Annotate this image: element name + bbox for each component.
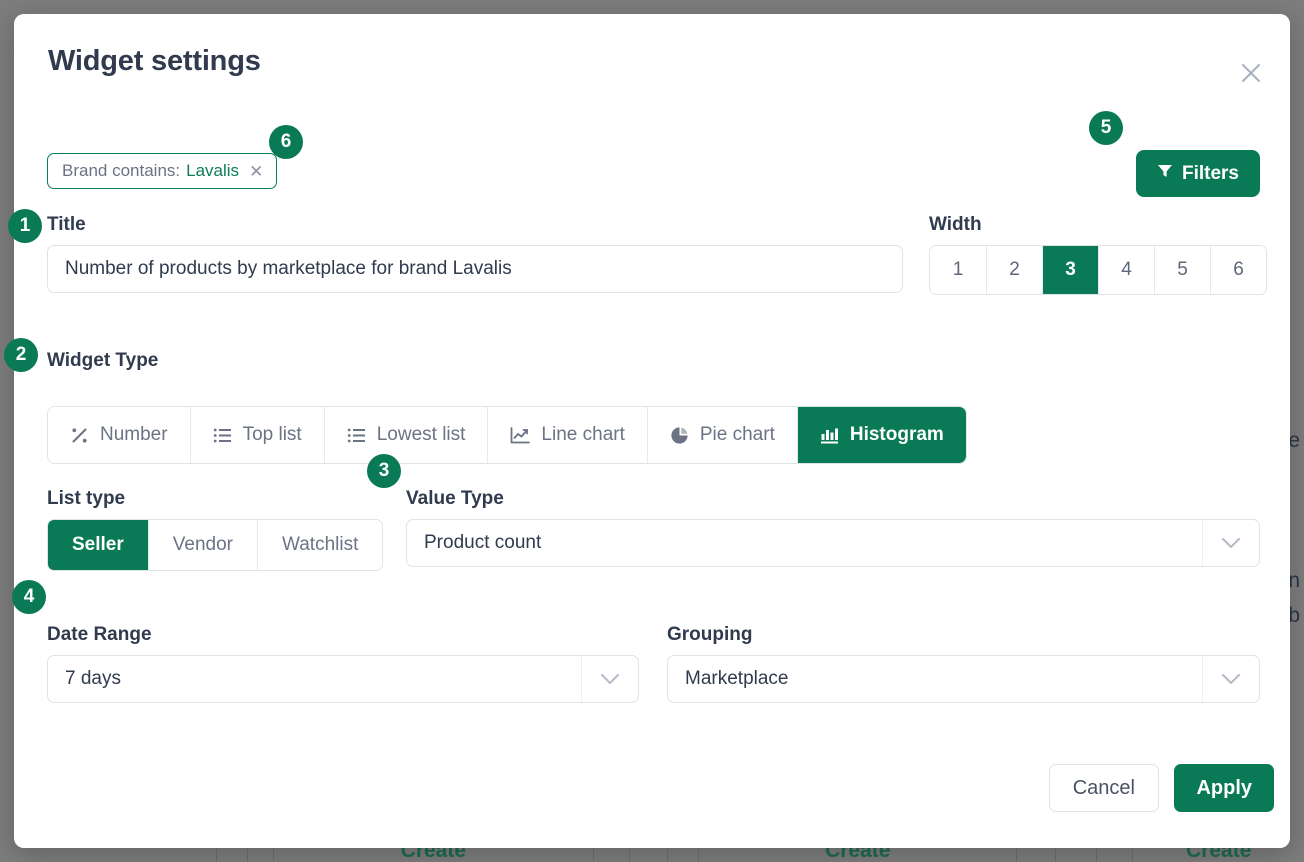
background-text-fragment-3: b	[1288, 604, 1300, 627]
list-type-selector: Seller Vendor Watchlist	[47, 519, 384, 571]
grouping-selected-value: Marketplace	[685, 668, 789, 689]
list-type-option-seller[interactable]: Seller	[48, 520, 148, 570]
list-type-option-watchlist[interactable]: Watchlist	[257, 520, 383, 570]
funnel-icon	[1157, 163, 1173, 185]
callout-badge-5: 5	[1089, 111, 1123, 145]
widget-type-option-label: Pie chart	[699, 424, 775, 445]
widget-type-selector: Number Top list Lowest list Line chart P…	[47, 406, 967, 464]
dialog-title: Widget settings	[48, 45, 261, 77]
width-option-4[interactable]: 4	[1098, 246, 1154, 294]
grouping-select[interactable]: Marketplace	[667, 655, 1260, 703]
widget-type-option-pie-chart[interactable]: Pie chart	[646, 407, 797, 463]
callout-badge-2: 2	[4, 338, 38, 372]
widget-type-option-label: Line chart	[541, 424, 625, 445]
callout-badge-3: 3	[367, 454, 401, 488]
pie-chart-icon	[670, 426, 689, 445]
active-filters: Brand contains: Lavalis ✕	[47, 153, 278, 189]
value-type-select[interactable]: Product count	[406, 519, 1260, 567]
width-option-2[interactable]: 2	[986, 246, 1042, 294]
close-icon[interactable]	[1236, 58, 1266, 88]
background-text-fragment-2: n	[1288, 569, 1300, 592]
widget-type-option-label: Histogram	[849, 424, 944, 445]
filters-button[interactable]: Filters	[1135, 150, 1260, 197]
list-icon	[347, 426, 366, 445]
histogram-icon	[820, 426, 839, 445]
value-type-selected-value: Product count	[424, 532, 542, 553]
filter-chip-remove-icon[interactable]: ✕	[249, 163, 263, 180]
apply-button[interactable]: Apply	[1174, 764, 1274, 812]
grouping-label: Grouping	[667, 624, 753, 645]
filter-chip-value: Lavalis	[186, 161, 240, 180]
widget-type-option-number[interactable]: Number	[48, 407, 190, 463]
widget-type-option-lowest-list[interactable]: Lowest list	[323, 407, 488, 463]
width-selector: 1 2 3 4 5 6	[929, 245, 1267, 295]
background-text-fragment-1: e	[1288, 429, 1300, 452]
list-type-label: List type	[47, 488, 126, 509]
width-option-6[interactable]: 6	[1210, 246, 1266, 294]
width-option-3[interactable]: 3	[1042, 246, 1098, 294]
widget-type-option-label: Lowest list	[376, 424, 466, 445]
percent-icon	[70, 426, 89, 445]
callout-badge-1: 1	[8, 209, 42, 243]
date-range-label: Date Range	[47, 624, 152, 645]
width-option-1[interactable]: 1	[930, 246, 986, 294]
chevron-down-icon	[1202, 656, 1259, 702]
widget-type-option-line-chart[interactable]: Line chart	[487, 407, 647, 463]
chevron-down-icon	[581, 656, 638, 702]
chevron-down-icon	[1202, 520, 1259, 566]
width-option-5[interactable]: 5	[1154, 246, 1210, 294]
filter-chip-label: Brand contains:	[62, 161, 181, 180]
callout-badge-6: 6	[269, 125, 303, 159]
widget-type-option-histogram[interactable]: Histogram	[796, 407, 966, 463]
cancel-button[interactable]: Cancel	[1048, 764, 1159, 812]
list-icon	[213, 426, 232, 445]
widget-type-option-top-list[interactable]: Top list	[189, 407, 324, 463]
date-range-select[interactable]: 7 days	[47, 655, 639, 703]
title-label: Title	[47, 214, 86, 235]
line-chart-icon	[510, 426, 531, 445]
callout-badge-4: 4	[12, 580, 46, 614]
widget-type-option-label: Top list	[242, 424, 302, 445]
widget-type-label: Widget Type	[47, 350, 159, 371]
value-type-label: Value Type	[406, 488, 504, 509]
width-label: Width	[929, 214, 982, 235]
widget-type-option-label: Number	[100, 424, 168, 445]
filters-button-label: Filters	[1181, 162, 1239, 184]
filter-chip-brand[interactable]: Brand contains: Lavalis ✕	[47, 153, 278, 189]
date-range-selected-value: 7 days	[65, 668, 121, 689]
title-input[interactable]	[47, 245, 903, 293]
list-type-option-vendor[interactable]: Vendor	[147, 520, 257, 570]
